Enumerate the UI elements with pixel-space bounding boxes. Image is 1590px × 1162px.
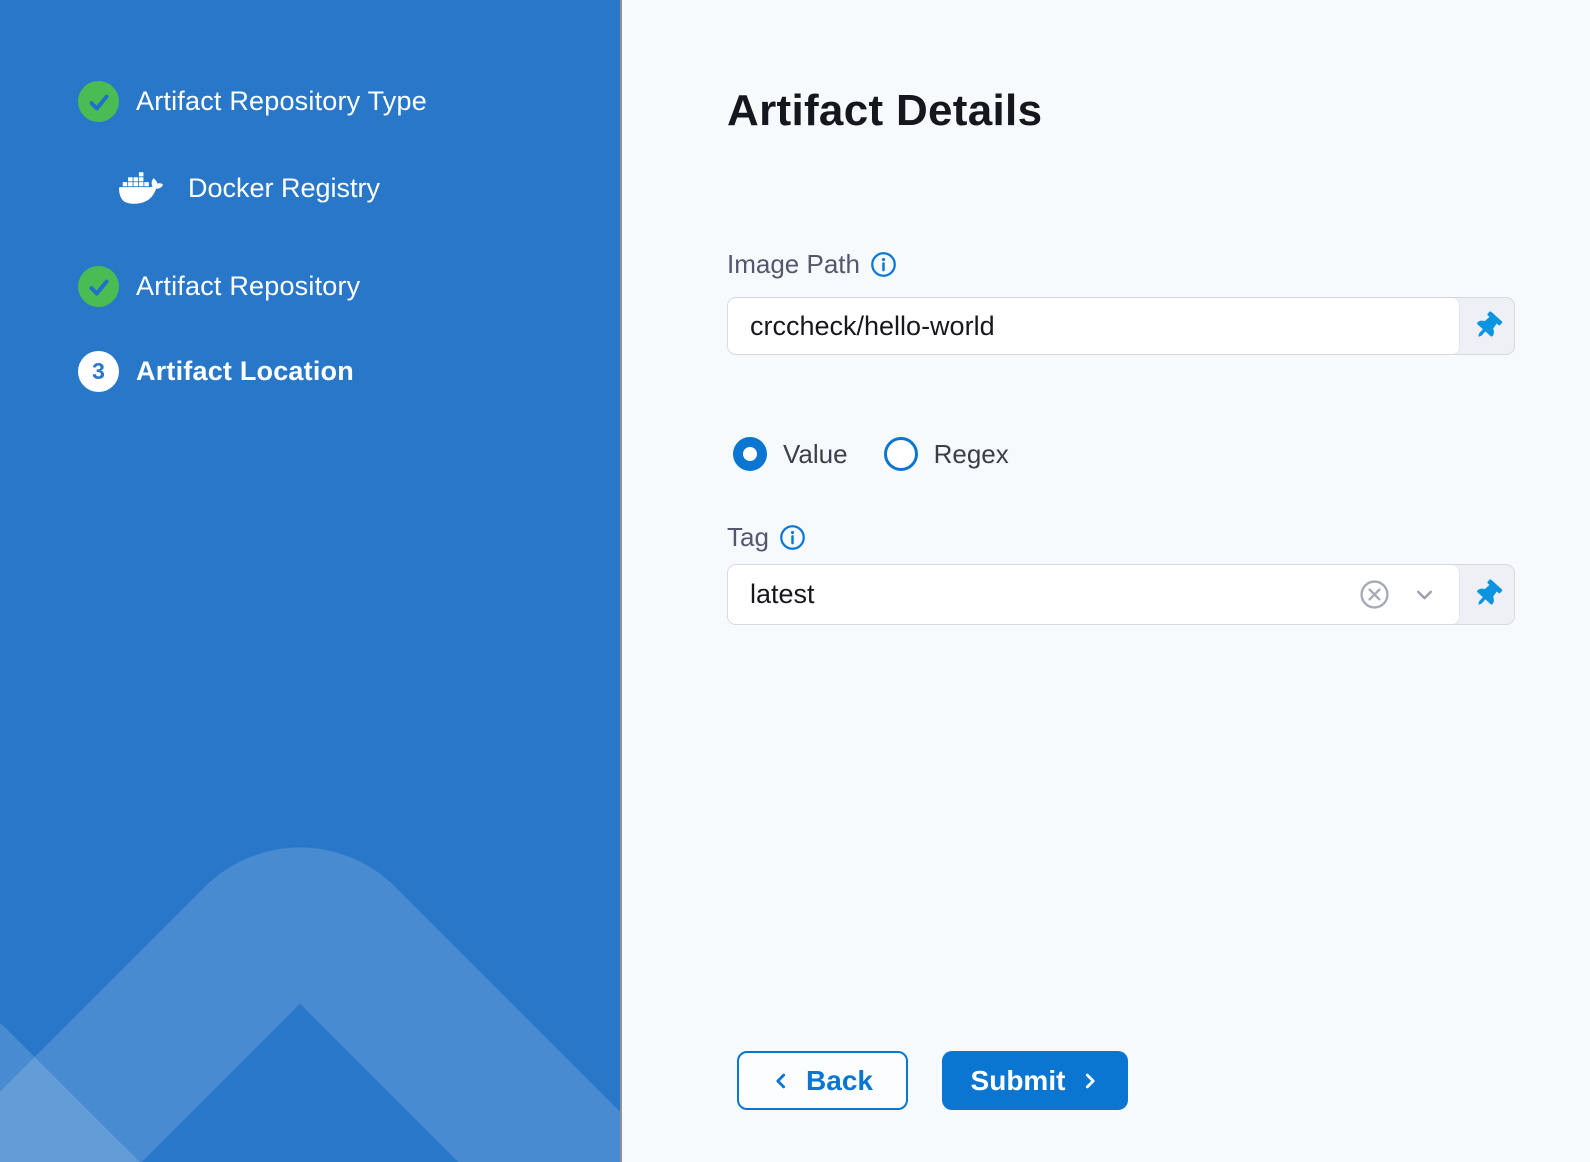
step-complete-check-icon	[78, 266, 119, 307]
back-button[interactable]: Back	[737, 1051, 908, 1110]
tag-input[interactable]	[750, 579, 1337, 610]
step-label: Artifact Repository	[136, 271, 360, 302]
submit-button-label: Submit	[971, 1065, 1066, 1097]
artifact-wizard-window: Artifact Repository Type Docker Registry…	[0, 0, 1590, 1162]
info-circle-icon[interactable]	[870, 251, 897, 278]
sidebar-step-artifact-repository[interactable]: Artifact Repository	[78, 266, 360, 307]
radio-label: Regex	[934, 439, 1009, 470]
image-path-input-group	[727, 297, 1515, 355]
substep-label: Docker Registry	[188, 173, 380, 204]
page-title: Artifact Details	[727, 86, 1042, 136]
tag-label-row: Tag	[727, 522, 806, 553]
clear-circle-icon[interactable]	[1359, 579, 1390, 610]
chevron-down-icon[interactable]	[1412, 582, 1437, 607]
pushpin-icon[interactable]	[1460, 298, 1514, 354]
radio-selected-icon[interactable]	[733, 437, 767, 471]
image-path-label: Image Path	[727, 249, 860, 280]
radio-unselected-icon[interactable]	[884, 437, 918, 471]
chevron-left-icon	[772, 1069, 792, 1093]
wizard-actions: Back Submit	[737, 1051, 1128, 1110]
step-number-badge: 3	[78, 351, 119, 392]
tag-input-group	[727, 564, 1515, 625]
info-circle-icon[interactable]	[779, 524, 806, 551]
match-type-radio-group: Value Regex	[733, 437, 1009, 471]
sidebar-substep-docker-registry[interactable]: Docker Registry	[112, 166, 380, 210]
sidebar-step-artifact-repository-type[interactable]: Artifact Repository Type	[78, 81, 427, 122]
pushpin-icon[interactable]	[1460, 565, 1514, 624]
image-path-input[interactable]	[750, 311, 1437, 342]
submit-button[interactable]: Submit	[942, 1051, 1128, 1110]
image-path-label-row: Image Path	[727, 249, 897, 280]
radio-label: Value	[783, 439, 848, 470]
sidebar-step-artifact-location[interactable]: 3 Artifact Location	[78, 351, 354, 392]
radio-value[interactable]: Value	[733, 437, 848, 471]
docker-whale-icon	[112, 166, 170, 210]
tag-label: Tag	[727, 522, 769, 553]
step-label: Artifact Location	[136, 356, 354, 387]
chevron-right-icon	[1079, 1069, 1099, 1093]
image-path-field-wrap	[727, 297, 1460, 355]
step-label: Artifact Repository Type	[136, 86, 427, 117]
wizard-sidebar: Artifact Repository Type Docker Registry…	[0, 0, 622, 1162]
radio-regex[interactable]: Regex	[884, 437, 1009, 471]
harness-watermark-logo	[0, 792, 622, 1162]
step-complete-check-icon	[78, 81, 119, 122]
tag-field-wrap	[727, 564, 1460, 625]
back-button-label: Back	[806, 1065, 873, 1097]
